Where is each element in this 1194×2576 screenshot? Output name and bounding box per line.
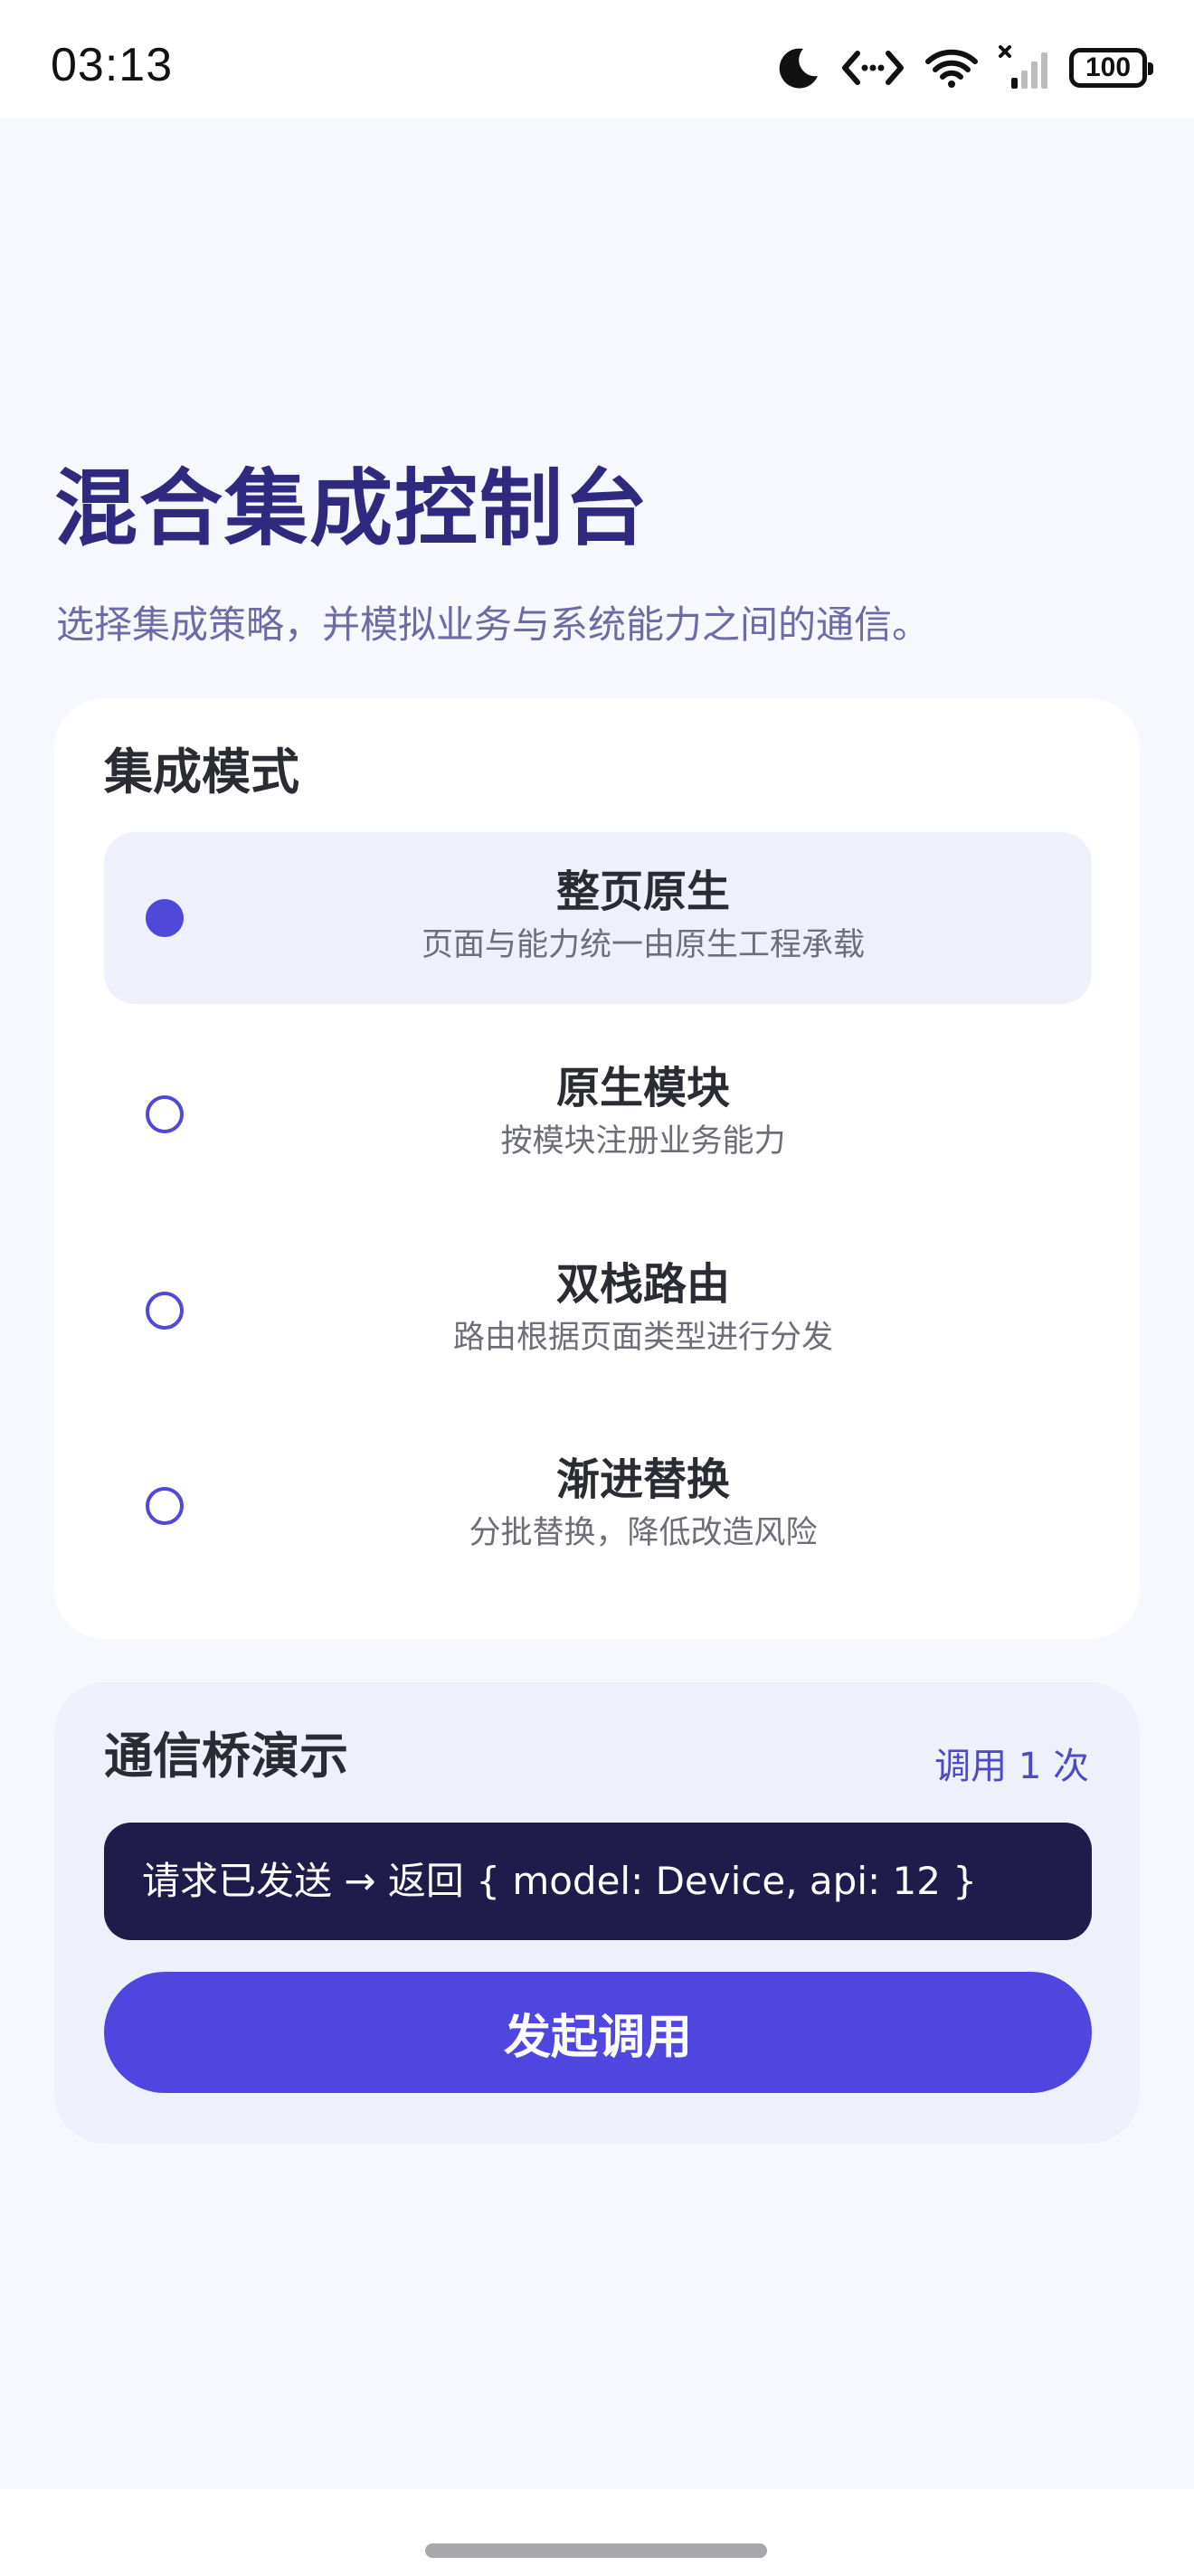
option-text: 双栈路由 路由根据页面类型进行分发: [194, 1257, 1092, 1359]
option-description: 按模块注册业务能力: [500, 1123, 786, 1160]
option-title: 整页原生: [555, 867, 730, 917]
radio-icon[interactable]: [146, 1292, 184, 1330]
mode-option-native-module[interactable]: 原生模块 按模块注册业务能力: [104, 1028, 1092, 1200]
page-subtitle: 选择集成策略，并模拟业务与系统能力之间的通信。: [56, 602, 931, 647]
cellular-signal-icon: [999, 45, 1049, 90]
mode-option-full-native[interactable]: 整页原生 页面与能力统一由原生工程承载: [104, 832, 1092, 1004]
mode-option-dual-stack-routing[interactable]: 双栈路由 路由根据页面类型进行分发: [104, 1225, 1092, 1397]
option-text: 渐进替换 分批替换，降低改造风险: [194, 1453, 1092, 1554]
battery-icon: 100: [1069, 48, 1153, 88]
integration-modes-card: 集成模式 整页原生 页面与能力统一由原生工程承载 原生模块 按模块注册业务能力 …: [54, 698, 1140, 1639]
radio-icon[interactable]: [146, 1095, 184, 1133]
option-description: 路由根据页面类型进行分发: [452, 1320, 833, 1356]
bridge-demo-card: 通信桥演示 调用 1 次 请求已发送 → 返回 { model: Device,…: [54, 1682, 1140, 2144]
mode-option-progressive-replacement[interactable]: 渐进替换 分批替换，降低改造风险: [104, 1420, 1092, 1592]
option-description: 分批替换，降低改造风险: [469, 1515, 818, 1551]
option-title: 双栈路由: [555, 1259, 730, 1310]
bridge-card-title: 通信桥演示: [104, 1728, 348, 1785]
navigation-bar: [0, 2489, 1194, 2576]
response-text: 请求已发送 → 返回 { model: Device, api: 12 }: [142, 1858, 978, 1903]
radio-icon[interactable]: [146, 899, 184, 937]
invoke-button[interactable]: 发起调用: [104, 1972, 1092, 2093]
page-title: 混合集成控制台: [54, 460, 650, 557]
status-icons: 100: [776, 36, 1153, 99]
dev-tools-icon: [841, 48, 905, 88]
battery-level: 100: [1085, 52, 1132, 82]
option-text: 原生模块 按模块注册业务能力: [194, 1061, 1092, 1162]
home-indicator[interactable]: [425, 2543, 767, 2558]
option-description: 页面与能力统一由原生工程承载: [421, 927, 865, 963]
call-count-label: 调用 1 次: [934, 1746, 1089, 1787]
status-bar: 03:13 100: [0, 0, 1194, 118]
wifi-icon: [924, 47, 979, 89]
option-text: 整页原生 页面与能力统一由原生工程承载: [194, 865, 1092, 966]
option-title: 渐进替换: [555, 1454, 730, 1505]
moon-icon: [776, 45, 821, 90]
modes-card-title: 集成模式: [104, 743, 299, 800]
response-output: 请求已发送 → 返回 { model: Device, api: 12 }: [104, 1823, 1092, 1940]
status-time: 03:13: [51, 39, 174, 91]
option-title: 原生模块: [555, 1063, 730, 1113]
radio-icon[interactable]: [146, 1487, 184, 1525]
